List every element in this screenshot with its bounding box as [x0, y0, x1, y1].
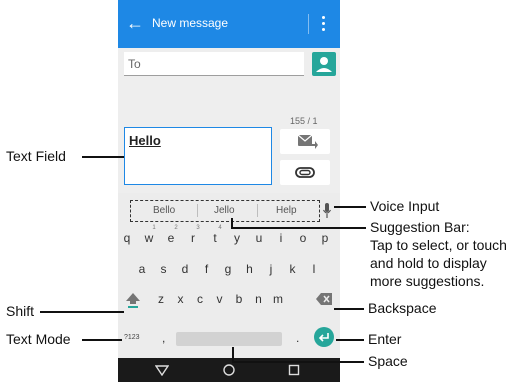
overflow-menu-icon[interactable]	[316, 15, 330, 33]
send-mms-icon	[297, 134, 318, 149]
callout-suggestion-title: Suggestion Bar:	[370, 219, 470, 235]
key-t[interactable]: t	[207, 231, 223, 245]
space-key[interactable]	[176, 332, 282, 346]
callout-line-backspace	[334, 308, 364, 310]
callout-suggestion-line: and hold to display	[370, 255, 487, 271]
period-key[interactable]: .	[296, 331, 299, 345]
key-p[interactable]: p	[317, 231, 333, 245]
callout-line-space	[232, 347, 234, 362]
square-recent-icon[interactable]	[288, 364, 300, 376]
paperclip-icon	[295, 167, 315, 178]
key-m[interactable]: m	[270, 292, 286, 306]
attach-button[interactable]	[280, 160, 330, 185]
triangle-back-icon[interactable]	[155, 364, 169, 376]
key-z[interactable]: z	[153, 292, 169, 306]
callout-suggestion-line: Tap to select, or touch	[370, 237, 507, 253]
callout-enter: Enter	[368, 331, 402, 347]
callout-line-text-field	[82, 156, 124, 158]
callout-line-voice-input	[334, 206, 366, 208]
callout-suggestion-line: more suggestions.	[370, 273, 485, 289]
send-button[interactable]	[280, 129, 330, 154]
key-hint: 2	[174, 225, 178, 231]
callout-space: Space	[368, 353, 408, 369]
callout-voice-input: Voice Input	[370, 198, 440, 214]
enter-arrow-icon	[318, 333, 329, 342]
suggestion-item[interactable]: Jello	[214, 205, 235, 216]
key-q[interactable]: q	[119, 231, 135, 245]
enter-key[interactable]	[314, 327, 334, 347]
keyboard: Bello Jello Help ?123 , . q w 1 e 2 r 3 …	[118, 193, 340, 358]
key-s[interactable]: s	[156, 262, 172, 276]
text-mode-key[interactable]: ?123	[124, 334, 140, 341]
key-l[interactable]: l	[306, 262, 322, 276]
callout-line-enter	[336, 339, 364, 341]
microphone-icon[interactable]	[322, 202, 332, 220]
character-counter: 155 / 1	[290, 116, 318, 126]
callout-line-text-mode	[82, 339, 122, 341]
suggestion-bar: Bello Jello Help	[130, 200, 320, 222]
callout-line-space	[232, 361, 364, 363]
key-w[interactable]: w	[141, 231, 157, 245]
comma-key[interactable]: ,	[162, 331, 165, 345]
key-hint: 4	[218, 225, 222, 231]
key-i[interactable]: i	[273, 231, 289, 245]
key-d[interactable]: d	[177, 262, 193, 276]
key-f[interactable]: f	[199, 262, 215, 276]
arrow-left-icon[interactable]: ←	[126, 12, 146, 34]
key-n[interactable]: n	[251, 292, 267, 306]
callout-shift: Shift	[6, 303, 35, 319]
contact-picker-button[interactable]	[312, 52, 336, 76]
key-g[interactable]: g	[220, 262, 236, 276]
key-v[interactable]: v	[212, 292, 228, 306]
suggestion-item[interactable]: Help	[276, 205, 297, 216]
suggestion-divider	[197, 204, 198, 217]
circle-home-icon[interactable]	[222, 363, 236, 377]
key-y[interactable]: y	[229, 231, 245, 245]
callout-text-mode: Text Mode	[6, 331, 71, 347]
suggestion-item[interactable]: Bello	[153, 205, 175, 216]
key-h[interactable]: h	[242, 262, 258, 276]
callout-backspace: Backspace	[368, 300, 437, 316]
key-j[interactable]: j	[263, 262, 279, 276]
callout-line-suggestion	[231, 227, 366, 229]
key-hint: 1	[152, 225, 156, 231]
key-o[interactable]: o	[295, 231, 311, 245]
suggestion-divider	[257, 204, 258, 217]
key-u[interactable]: u	[251, 231, 267, 245]
recipient-field[interactable]: To	[124, 52, 304, 76]
key-b[interactable]: b	[231, 292, 247, 306]
shift-arrow-icon[interactable]	[124, 291, 142, 309]
phone-screen: ← New message To 155 / 1 Hello Bello Jel…	[118, 0, 340, 382]
app-bar-title: New message	[152, 16, 229, 30]
key-a[interactable]: a	[134, 262, 150, 276]
key-e[interactable]: e	[163, 231, 179, 245]
app-bar: ← New message	[118, 0, 340, 48]
key-r[interactable]: r	[185, 231, 201, 245]
key-c[interactable]: c	[192, 292, 208, 306]
person-icon	[316, 57, 332, 72]
callout-text-field: Text Field	[6, 148, 66, 164]
key-hint: 3	[196, 225, 200, 231]
app-bar-divider	[308, 14, 309, 34]
message-text-field[interactable]: Hello	[124, 127, 272, 185]
key-k[interactable]: k	[285, 262, 301, 276]
message-text: Hello	[129, 133, 161, 148]
backspace-icon[interactable]	[316, 293, 332, 305]
key-x[interactable]: x	[173, 292, 189, 306]
callout-line-shift	[40, 311, 124, 313]
